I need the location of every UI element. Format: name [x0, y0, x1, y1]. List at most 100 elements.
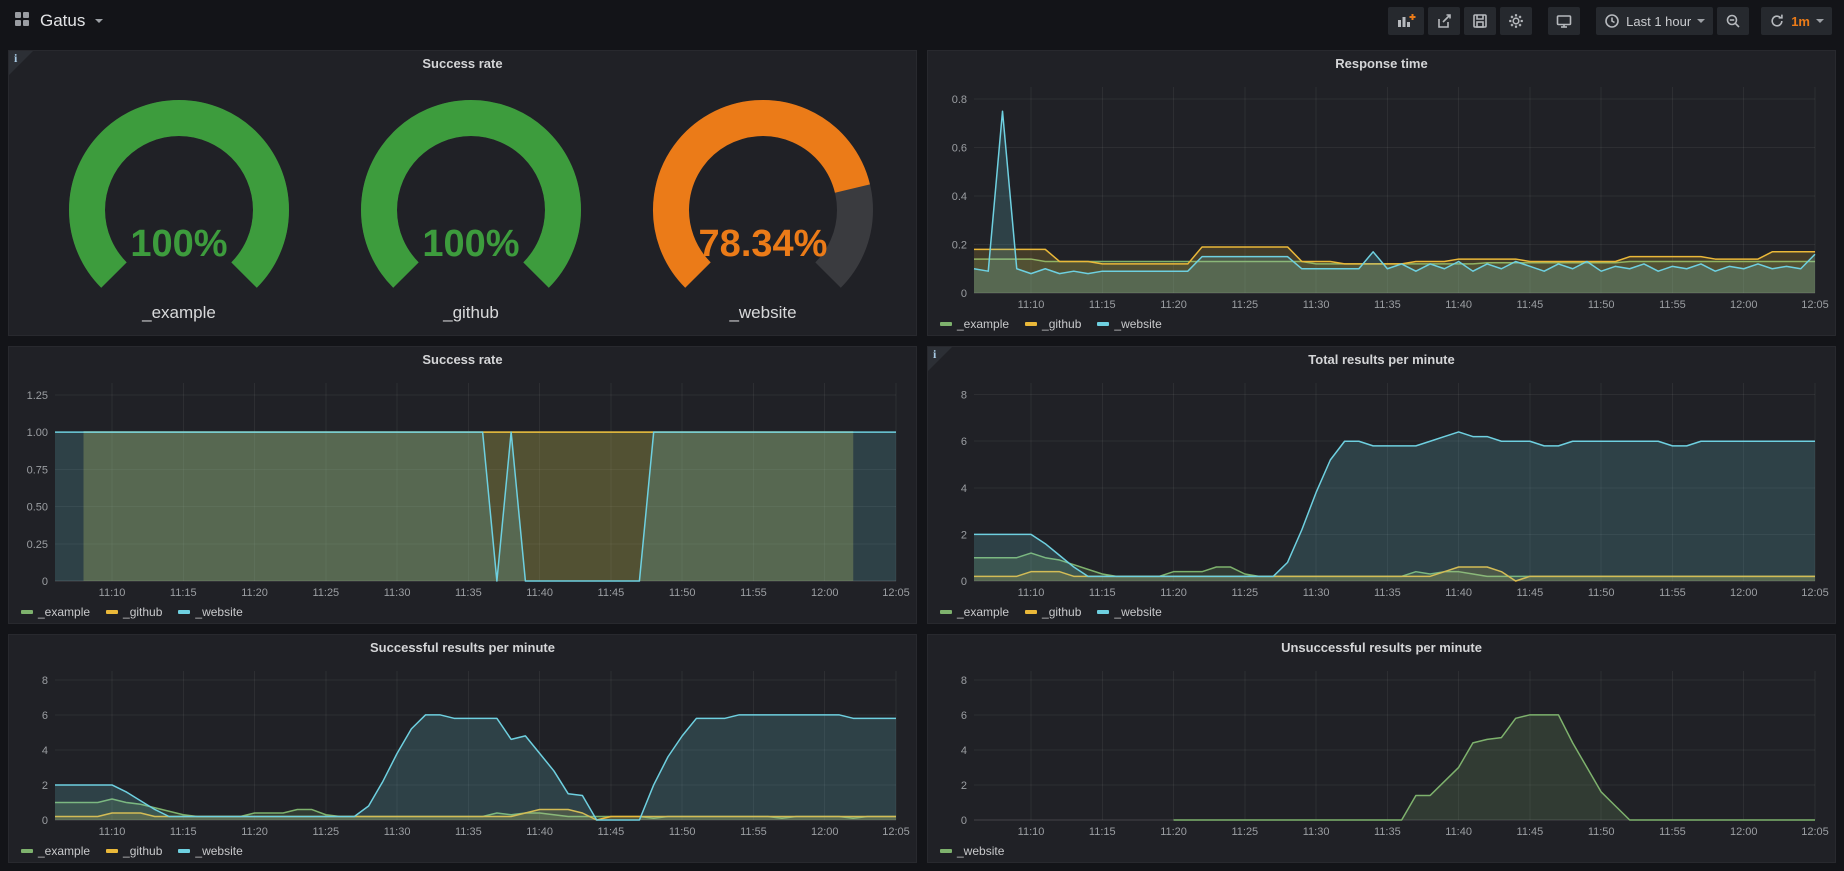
chevron-down-icon: [1816, 19, 1824, 23]
panel-info-icon[interactable]: i: [9, 51, 33, 75]
legend-series-color: [1097, 610, 1109, 614]
x-tick-label: 11:25: [312, 587, 339, 599]
legend-item[interactable]: _website: [1097, 317, 1161, 331]
x-tick-label: 11:30: [1303, 826, 1330, 838]
x-tick-label: 11:25: [1231, 826, 1258, 838]
save-button[interactable]: [1464, 7, 1496, 35]
panel-successful-results: Successful results per minute 0246811:10…: [8, 634, 917, 863]
legend-item[interactable]: _github: [1025, 605, 1081, 619]
panel-title[interactable]: Success rate: [9, 51, 916, 77]
legend-item[interactable]: _example: [940, 605, 1009, 619]
x-tick-label: 11:55: [1659, 587, 1686, 599]
refresh-button[interactable]: 1m: [1761, 7, 1832, 35]
chart-legend: _website: [928, 840, 1835, 862]
panel-success-rate-gauges: i Success rate 100% _example 100% _githu…: [8, 50, 917, 336]
x-tick-label: 12:05: [1801, 587, 1829, 599]
y-tick-label: 1.00: [27, 427, 48, 439]
y-tick-label: 4: [961, 745, 967, 757]
legend-series-color: [940, 322, 952, 326]
chevron-down-icon: [95, 19, 103, 23]
y-tick-label: 8: [961, 390, 967, 402]
save-icon: [1472, 13, 1488, 29]
x-tick-label: 12:00: [1730, 587, 1758, 599]
x-tick-label: 11:30: [384, 826, 411, 838]
legend-item[interactable]: _github: [1025, 317, 1081, 331]
add-panel-button[interactable]: [1388, 7, 1424, 35]
bar-chart-plus-icon: [1396, 13, 1416, 29]
legend-item[interactable]: _website: [940, 844, 1004, 858]
x-tick-label: 11:40: [526, 587, 553, 599]
legend-item[interactable]: _example: [21, 844, 90, 858]
x-tick-label: 11:40: [1445, 587, 1472, 599]
x-tick-label: 12:05: [882, 587, 910, 599]
y-tick-label: 4: [42, 745, 48, 757]
chart-response-time[interactable]: 00.20.40.60.811:1011:1511:2011:2511:3011…: [936, 77, 1827, 313]
x-tick-label: 11:30: [384, 587, 411, 599]
y-tick-label: 2: [42, 780, 48, 792]
legend-series-color: [940, 610, 952, 614]
legend-item[interactable]: _website: [178, 605, 242, 619]
legend-series-color: [1025, 610, 1037, 614]
share-icon: [1436, 13, 1452, 29]
zoom-out-icon: [1725, 13, 1741, 29]
legend-series-label: _website: [195, 605, 242, 619]
gauge-label: _website: [729, 303, 796, 323]
x-tick-label: 11:30: [1303, 587, 1330, 599]
settings-button[interactable]: [1500, 7, 1532, 35]
monitor-icon: [1556, 13, 1572, 29]
x-tick-label: 12:00: [811, 826, 839, 838]
legend-series-label: _website: [1114, 317, 1161, 331]
chart-success-rate[interactable]: 00.250.500.751.001.2511:1011:1511:2011:2…: [17, 373, 908, 601]
panel-title[interactable]: Successful results per minute: [9, 635, 916, 661]
refresh-icon: [1769, 13, 1785, 29]
x-tick-label: 12:05: [1801, 826, 1829, 838]
legend-item[interactable]: _website: [1097, 605, 1161, 619]
chart-successful-results[interactable]: 0246811:1011:1511:2011:2511:3011:3511:40…: [17, 661, 908, 840]
panel-title[interactable]: Unsuccessful results per minute: [928, 635, 1835, 661]
dashboards-grid-icon[interactable]: [14, 11, 30, 32]
x-tick-label: 11:10: [1018, 299, 1045, 311]
gauge-value: 100%: [130, 223, 227, 265]
x-tick-label: 11:25: [312, 826, 339, 838]
panel-title[interactable]: Success rate: [9, 347, 916, 373]
y-tick-label: 8: [961, 675, 967, 687]
chart-total-results[interactable]: 0246811:1011:1511:2011:2511:3011:3511:40…: [936, 373, 1827, 601]
legend-series-color: [106, 610, 118, 614]
panel-title[interactable]: Total results per minute: [928, 347, 1835, 373]
x-tick-label: 11:45: [1517, 299, 1544, 311]
panel-title[interactable]: Response time: [928, 51, 1835, 77]
legend-item[interactable]: _example: [940, 317, 1009, 331]
x-tick-label: 11:10: [1018, 826, 1045, 838]
time-range-label: Last 1 hour: [1626, 14, 1691, 29]
dashboard-title[interactable]: Gatus: [40, 11, 85, 31]
gear-icon: [1508, 13, 1524, 29]
gauge-github: 100% _github: [325, 90, 617, 323]
y-tick-label: 0.8: [952, 94, 967, 106]
share-button[interactable]: [1428, 7, 1460, 35]
y-tick-label: 1.25: [27, 390, 48, 402]
x-tick-label: 11:20: [1160, 826, 1187, 838]
x-tick-label: 11:10: [99, 826, 126, 838]
panel-info-icon[interactable]: i: [928, 347, 952, 371]
dashboard-grid: i Success rate 100% _example 100% _githu…: [0, 42, 1844, 871]
x-tick-label: 11:40: [526, 826, 553, 838]
legend-series-label: _website: [957, 844, 1004, 858]
x-tick-label: 11:20: [241, 587, 268, 599]
legend-item[interactable]: _github: [106, 605, 162, 619]
zoom-out-button[interactable]: [1717, 7, 1749, 35]
x-tick-label: 11:35: [1374, 587, 1401, 599]
time-range-button[interactable]: Last 1 hour: [1596, 7, 1713, 35]
legend-series-color: [178, 849, 190, 853]
y-tick-label: 6: [961, 436, 967, 448]
y-tick-label: 0.50: [27, 502, 48, 514]
legend-item[interactable]: _website: [178, 844, 242, 858]
tv-mode-button[interactable]: [1548, 7, 1580, 35]
legend-item[interactable]: _github: [106, 844, 162, 858]
x-tick-label: 11:20: [241, 826, 268, 838]
chart-unsuccessful-results[interactable]: 0246811:1011:1511:2011:2511:3011:3511:40…: [936, 661, 1827, 840]
legend-series-label: _example: [38, 605, 90, 619]
legend-item[interactable]: _example: [21, 605, 90, 619]
chart-legend: _example _github _website: [9, 840, 916, 862]
x-tick-label: 11:15: [1089, 826, 1116, 838]
y-tick-label: 0: [42, 576, 48, 588]
